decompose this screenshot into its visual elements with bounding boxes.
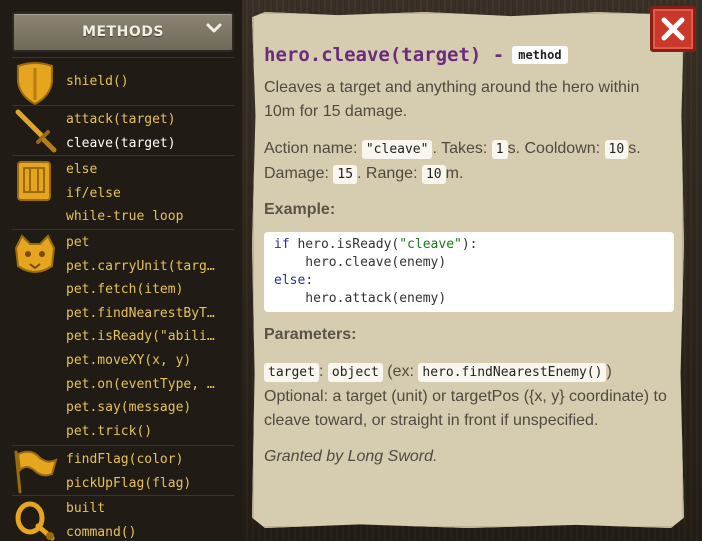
method-doc-panel: hero.cleave(target) - method Cleaves a t…: [252, 12, 684, 528]
doc-title-row: hero.cleave(target) - method: [264, 40, 674, 70]
param-type: object: [327, 363, 383, 382]
param-name: target: [264, 363, 319, 382]
method-group-flag: findFlag(color) pickUpFlag(flag): [12, 445, 234, 495]
method-item[interactable]: attack(target): [66, 108, 230, 132]
method-group-pet: pet pet.carryUnit(targ… pet.fetch(item) …: [12, 229, 234, 445]
method-item[interactable]: findFlag(color): [66, 448, 230, 472]
close-icon: [661, 17, 685, 41]
method-item[interactable]: shield(): [66, 70, 230, 94]
method-item[interactable]: pickUpFlag(flag): [66, 472, 230, 496]
method-item[interactable]: else: [66, 158, 230, 182]
method-item[interactable]: pet.isReady("abili…: [66, 325, 230, 349]
code-text: ):: [461, 237, 478, 252]
takes-label: . Takes:: [432, 140, 488, 157]
action-name-value: "cleave": [361, 140, 433, 159]
param-example-open: (ex:: [387, 363, 414, 380]
code-line: if hero.isReady("cleave"):: [274, 236, 664, 254]
code-text: hero.isReady(: [289, 237, 400, 252]
sword-icon: [15, 109, 57, 153]
code-string: "cleave": [399, 237, 462, 252]
example-heading: Example:: [264, 201, 336, 218]
method-group-spellbook: else if/else while-true loop: [12, 155, 234, 229]
code-line: hero.attack(enemy): [274, 291, 447, 306]
takes-value: 1: [491, 140, 508, 159]
methods-title: METHODS: [82, 24, 164, 40]
method-item[interactable]: pet.findNearestByT…: [66, 302, 230, 326]
code-keyword: if: [274, 237, 290, 252]
param-example: hero.findNearestEnemy(): [418, 363, 607, 382]
method-item[interactable]: command(): [66, 521, 230, 541]
method-kind-badge: method: [512, 46, 568, 64]
range-unit: m.: [445, 165, 464, 182]
methods-panel: METHODS shield() attack(target) cleave(t…: [0, 0, 242, 541]
damage-value: 15: [333, 165, 358, 184]
action-name-label: Action name:: [264, 140, 358, 157]
doc-title: hero.cleave(target) -: [264, 44, 505, 66]
method-item[interactable]: pet.carryUnit(targ…: [66, 255, 230, 279]
doc-description: Cleaves a target and anything around the…: [264, 79, 640, 120]
code-line: else:: [274, 272, 664, 290]
param-example-close: ): [606, 363, 612, 380]
range-value: 10: [421, 165, 446, 184]
spellbook-icon: [17, 161, 51, 201]
method-group-ring: built command(): [12, 495, 234, 541]
method-item-selected[interactable]: cleave(target): [66, 132, 230, 156]
parameter-signature: target: object (ex: hero.findNearestEnem…: [264, 360, 674, 385]
parameters-heading: Parameters:: [264, 326, 357, 343]
method-item[interactable]: if/else: [66, 182, 230, 206]
granted-by: Granted by Long Sword.: [264, 448, 438, 465]
example-code-block: if hero.isReady("cleave"): hero.cleave(e…: [264, 232, 674, 312]
shield-icon: [17, 62, 53, 106]
range-label: . Range:: [357, 165, 418, 182]
method-group-sword: attack(target) cleave(target): [12, 105, 234, 155]
method-group-shield: shield(): [12, 57, 234, 106]
param-separator: :: [318, 363, 324, 380]
method-item[interactable]: pet: [66, 231, 230, 255]
ring-icon: [15, 501, 55, 541]
chevron-down-icon[interactable]: [206, 20, 222, 36]
method-item[interactable]: pet.say(message): [66, 396, 230, 420]
methods-header[interactable]: METHODS: [12, 12, 234, 52]
code-line: hero.cleave(enemy): [274, 255, 447, 270]
method-item[interactable]: pet.on(eventType, …: [66, 373, 230, 397]
method-item[interactable]: pet.moveXY(x, y): [66, 349, 230, 373]
cooldown-label: s. Cooldown:: [507, 140, 601, 157]
method-item[interactable]: pet.trick(): [66, 420, 230, 444]
cooldown-value: 10: [604, 140, 629, 159]
method-item[interactable]: while-true loop: [66, 205, 230, 229]
code-keyword: else: [274, 273, 306, 288]
param-description: Optional: a target (unit) or targetPos (…: [264, 388, 667, 429]
code-text: :: [305, 273, 314, 288]
doc-stats: Action name: "cleave". Takes: 1 s. Cooldo…: [264, 137, 674, 187]
method-item[interactable]: built: [66, 497, 230, 521]
pet-cougar-icon: [14, 234, 56, 273]
method-item[interactable]: pet.fetch(item): [66, 278, 230, 302]
flag-icon: [14, 450, 58, 494]
close-button[interactable]: [650, 6, 696, 52]
